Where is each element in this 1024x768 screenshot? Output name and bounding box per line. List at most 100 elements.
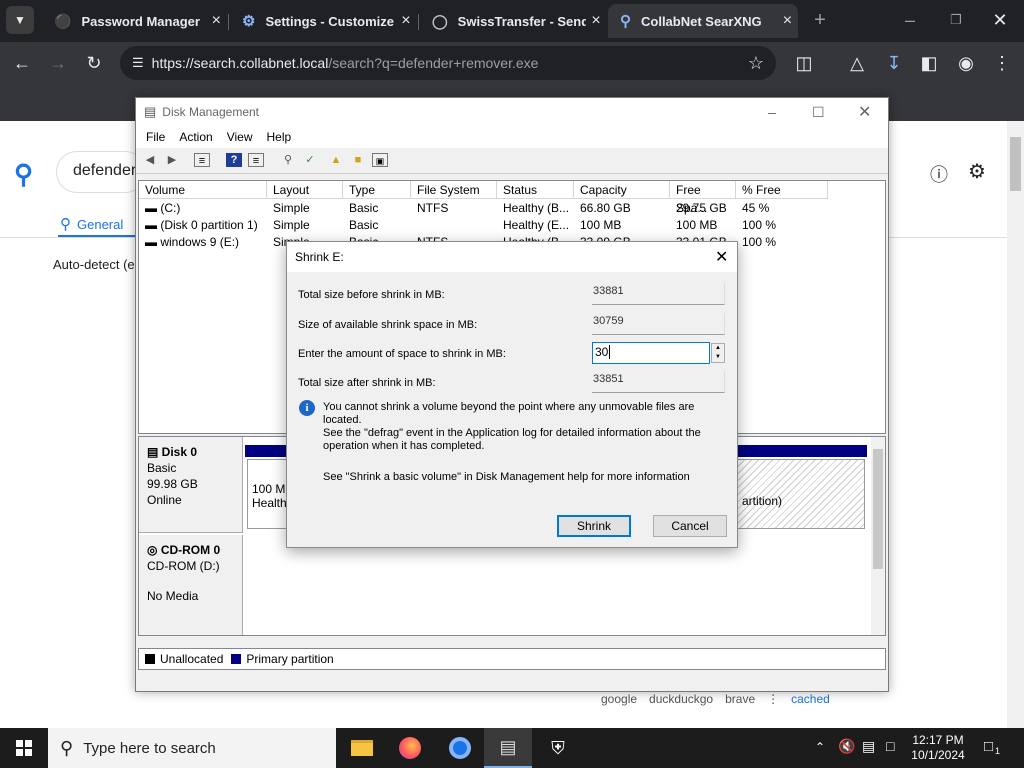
- tab-search-icon[interactable]: ▼: [6, 6, 34, 34]
- address-bar[interactable]: ☰ https://search.collabnet.local/search?…: [120, 46, 776, 80]
- language-autodetect[interactable]: Auto-detect (e: [53, 257, 135, 272]
- close-icon[interactable]: ✕: [715, 247, 728, 267]
- menu-view[interactable]: View: [227, 130, 253, 144]
- properties-icon[interactable]: ≡: [194, 153, 210, 167]
- dialog-titlebar: Shrink E: ✕: [287, 242, 737, 272]
- restore-icon[interactable]: ❐: [942, 6, 970, 34]
- menu-action[interactable]: Action: [179, 130, 212, 144]
- tab-collabnet-searxng[interactable]: ⚲ CollabNet SearXNG ×: [608, 4, 798, 38]
- reload-icon[interactable]: ↻: [80, 49, 108, 77]
- labs-icon[interactable]: △: [843, 49, 871, 77]
- search-input[interactable]: defender: [56, 151, 146, 193]
- tab-password-manager[interactable]: ⚫ Password Manager ×: [42, 4, 226, 38]
- defender-shield-icon[interactable]: ⛨: [534, 728, 582, 768]
- battery-icon[interactable]: □: [886, 738, 894, 754]
- list-view-icon[interactable]: ≡: [248, 153, 264, 167]
- partition-status: Healthy: [252, 496, 293, 510]
- column-volume[interactable]: Volume: [139, 181, 267, 199]
- percent-free-value: 45 %: [742, 201, 770, 215]
- close-tab-icon[interactable]: ×: [586, 12, 606, 30]
- cancel-button[interactable]: Cancel: [653, 515, 727, 537]
- cached-link[interactable]: cached: [791, 692, 830, 706]
- engine-google[interactable]: google: [601, 692, 637, 706]
- search-icon: ⚲: [60, 737, 74, 758]
- engine-duckduckgo[interactable]: duckduckgo: [649, 692, 713, 706]
- column-type[interactable]: Type: [343, 181, 411, 199]
- disk-state: Online: [147, 493, 182, 507]
- firefox-icon[interactable]: [386, 728, 434, 768]
- available-value: 30759: [592, 313, 725, 335]
- network-icon[interactable]: ▤: [862, 738, 875, 755]
- chevron-up-icon[interactable]: ⌃: [815, 740, 825, 754]
- partition-block-selected[interactable]: artition): [737, 459, 865, 529]
- column-free-space[interactable]: Free Spa...: [670, 181, 736, 215]
- disk-management-taskbar-icon[interactable]: ▤: [484, 728, 532, 768]
- volume-muted-icon[interactable]: 🔇: [838, 738, 855, 755]
- back-icon[interactable]: ←: [8, 49, 36, 77]
- tab-settings[interactable]: ⚙ Settings - Customize p ×: [230, 4, 416, 38]
- extensions-icon[interactable]: ◫: [790, 49, 818, 77]
- tab-swisstransfer[interactable]: ◯ SwissTransfer - Send L ×: [420, 4, 606, 38]
- scrollbar-thumb[interactable]: [873, 449, 883, 569]
- searxng-logo-icon[interactable]: ⚲: [14, 159, 33, 190]
- taskbar-search-box[interactable]: ⚲ Type here to search: [48, 728, 336, 768]
- new-tab-icon[interactable]: +: [806, 6, 834, 34]
- connect-icon[interactable]: ⚲: [280, 153, 296, 167]
- format-icon[interactable]: ▣: [372, 153, 388, 167]
- disk0-info[interactable]: ▤ Disk 0 Basic 99.98 GB Online: [139, 437, 243, 533]
- cdrom-info[interactable]: ◎ CD-ROM 0 CD-ROM (D:) No Media: [139, 535, 243, 635]
- spin-up-icon[interactable]: ▲: [712, 344, 724, 353]
- column-status[interactable]: Status: [497, 181, 574, 199]
- maximize-icon[interactable]: ☐: [812, 104, 825, 121]
- scrollbar-thumb[interactable]: [1010, 137, 1021, 191]
- column-capacity[interactable]: Capacity: [574, 181, 670, 199]
- site-info-icon[interactable]: ☰: [132, 55, 144, 71]
- close-icon[interactable]: ✕: [858, 102, 871, 122]
- info-icon[interactable]: ⓘ: [930, 161, 948, 187]
- cdrom-icon: ◎: [147, 543, 161, 557]
- column-layout[interactable]: Layout: [267, 181, 343, 199]
- browser-menu-icon[interactable]: ⋮: [988, 49, 1016, 77]
- profile-avatar-icon[interactable]: ◉: [952, 49, 980, 77]
- file-explorer-icon[interactable]: [338, 728, 386, 768]
- close-window-icon[interactable]: ✕: [986, 6, 1014, 34]
- folder-up-icon[interactable]: ▲: [328, 153, 344, 167]
- free-value: 29.75 GB: [676, 201, 727, 215]
- forward-icon[interactable]: →: [44, 49, 72, 77]
- folder-search-icon[interactable]: ■: [350, 153, 366, 167]
- download-icon[interactable]: ↧: [880, 49, 908, 77]
- minimize-icon[interactable]: –: [768, 104, 776, 120]
- shrink-amount-spinner[interactable]: ▲ ▼: [711, 343, 725, 363]
- minimize-icon[interactable]: –: [896, 6, 924, 34]
- page-scrollbar[interactable]: [1007, 121, 1024, 728]
- clock-date: 10/1/2024: [911, 748, 965, 762]
- graph-scrollbar[interactable]: [871, 437, 885, 635]
- shrink-button[interactable]: Shrink: [557, 515, 631, 537]
- help-icon[interactable]: ?: [226, 153, 242, 167]
- forward-arrow-icon[interactable]: ▶: [164, 153, 180, 167]
- close-tab-icon[interactable]: ×: [396, 12, 416, 30]
- back-arrow-icon[interactable]: ◀: [142, 153, 158, 167]
- close-tab-icon[interactable]: ×: [207, 12, 226, 30]
- engine-brave[interactable]: brave: [725, 692, 755, 706]
- column-file-system[interactable]: File System: [411, 181, 497, 199]
- window-title: Disk Management: [162, 105, 260, 119]
- tab-general[interactable]: ⚲ General: [60, 215, 123, 233]
- shrink-amount-input[interactable]: 30: [592, 342, 710, 364]
- clock[interactable]: 12:17 PM 10/1/2024: [906, 733, 970, 763]
- checklist-icon[interactable]: ✓: [302, 153, 318, 167]
- menu-help[interactable]: Help: [267, 130, 292, 144]
- chrome-icon[interactable]: [436, 728, 484, 768]
- spin-down-icon[interactable]: ▼: [712, 353, 724, 362]
- help-link-text[interactable]: See "Shrink a basic volume" in Disk Mana…: [323, 471, 690, 483]
- start-windows-icon[interactable]: [0, 728, 48, 768]
- engine-separator: ⋮: [767, 692, 780, 706]
- notifications-icon[interactable]: □ 1: [984, 738, 1000, 756]
- notification-count: 1: [995, 746, 1001, 756]
- close-tab-icon[interactable]: ×: [777, 12, 798, 30]
- side-panel-icon[interactable]: ◧: [915, 49, 943, 77]
- bookmark-star-icon[interactable]: ☆: [748, 53, 764, 74]
- settings-gear-icon[interactable]: ⚙: [968, 159, 986, 184]
- column-percent-free[interactable]: % Free: [736, 181, 828, 199]
- menu-file[interactable]: File: [146, 130, 165, 144]
